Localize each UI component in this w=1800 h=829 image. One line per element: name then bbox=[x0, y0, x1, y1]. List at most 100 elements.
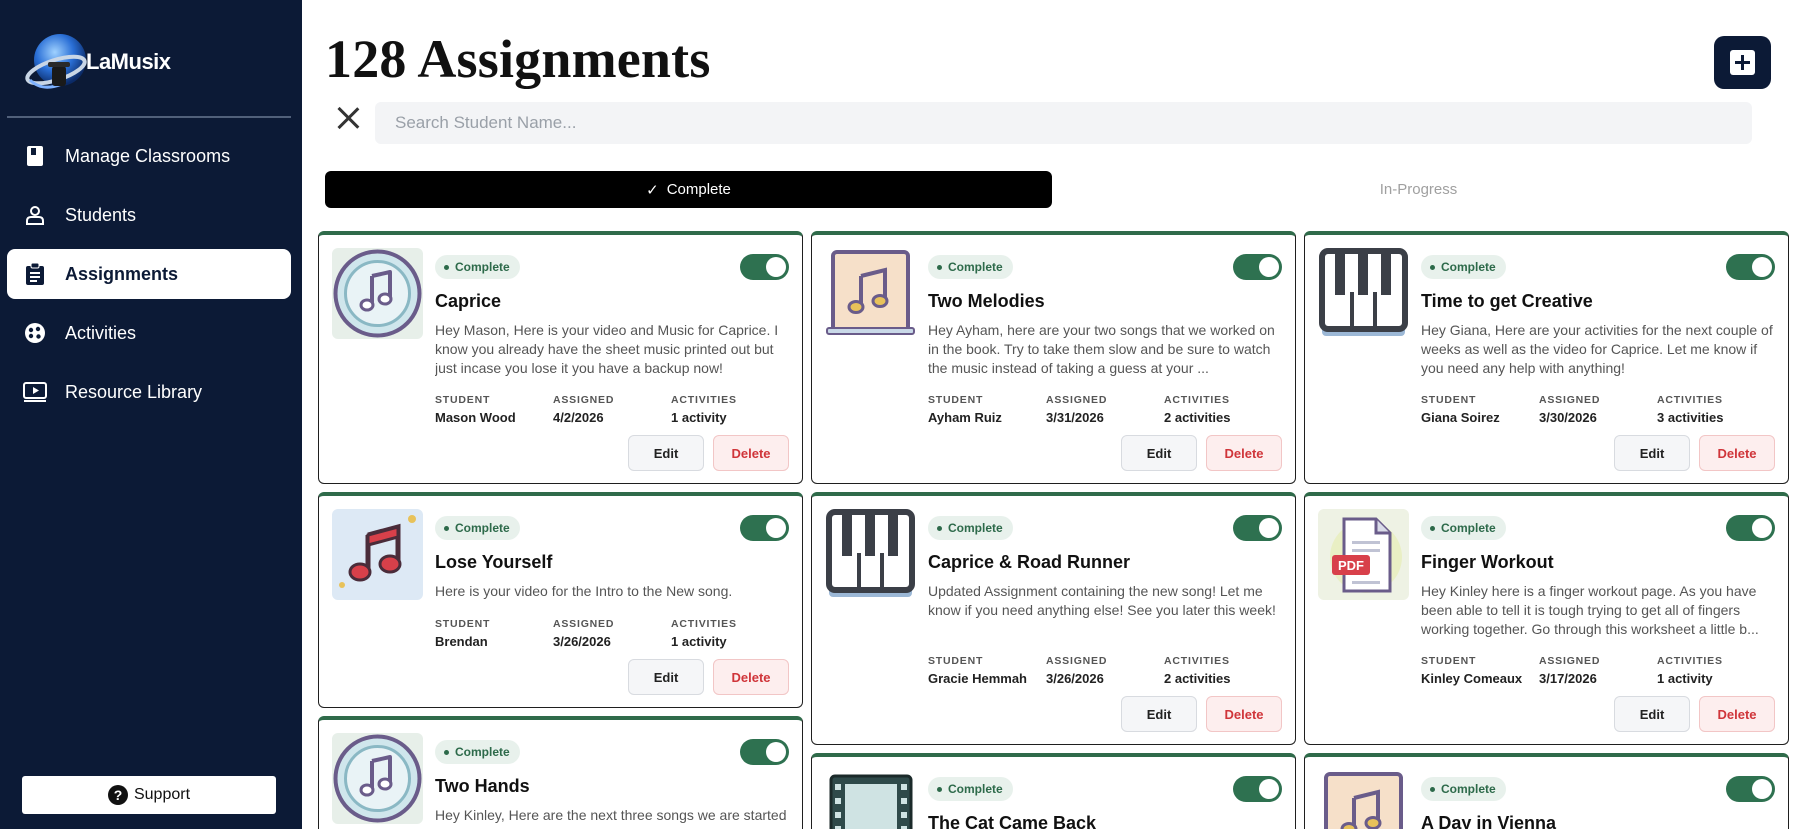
assignment-card[interactable]: Complete The Cat Came Back bbox=[811, 753, 1296, 829]
status-badge: Complete bbox=[928, 255, 1013, 279]
status-badge: Complete bbox=[928, 516, 1013, 540]
edit-button[interactable]: Edit bbox=[1614, 435, 1690, 471]
search-input[interactable] bbox=[375, 102, 1752, 144]
activity-count: 1 activity bbox=[671, 410, 727, 425]
card-title: Caprice & Road Runner bbox=[928, 552, 1131, 572]
app-logo[interactable]: LaMusix bbox=[22, 26, 171, 98]
student-name: Brendan bbox=[435, 634, 488, 649]
status-badge: Complete bbox=[1421, 255, 1506, 279]
enabled-toggle[interactable] bbox=[1233, 776, 1282, 802]
edit-button[interactable]: Edit bbox=[1614, 696, 1690, 732]
card-title: Two Melodies bbox=[928, 291, 1045, 311]
app-name: LaMusix bbox=[86, 49, 171, 74]
book-icon bbox=[23, 144, 47, 168]
check-icon: ✓ bbox=[646, 181, 659, 199]
delete-button[interactable]: Delete bbox=[1206, 435, 1282, 471]
assignment-card[interactable]: Complete Lose Yourself Here is your vide… bbox=[318, 492, 803, 708]
enabled-toggle[interactable] bbox=[1233, 515, 1282, 541]
status-badge: Complete bbox=[435, 740, 520, 764]
page-title: 128 Assignments bbox=[325, 29, 711, 89]
assignment-card[interactable]: Complete Caprice & Road Runner Updated A… bbox=[811, 492, 1296, 745]
assignment-card[interactable]: PDF Complete Finger Workout Hey Kinley h… bbox=[1304, 492, 1789, 745]
student-name: Kinley Comeaux bbox=[1421, 671, 1523, 686]
activities-label: ACTIVITIES bbox=[671, 394, 737, 406]
add-assignment-button[interactable] bbox=[1714, 36, 1771, 89]
support-button[interactable]: ? Support bbox=[22, 776, 276, 814]
tab-in-progress[interactable]: In-Progress bbox=[1052, 171, 1785, 208]
student-label: STUDENT bbox=[928, 394, 984, 406]
activity-count: 2 activities bbox=[1164, 671, 1231, 686]
card-title: The Cat Came Back bbox=[928, 813, 1097, 829]
piano-keys-icon bbox=[825, 509, 916, 600]
student-name: Giana Soirez bbox=[1421, 410, 1500, 425]
assigned-date: 3/17/2026 bbox=[1539, 671, 1597, 686]
card-title: A Day in Vienna bbox=[1421, 813, 1557, 829]
card-title: Time to get Creative bbox=[1421, 291, 1593, 311]
clear-search-icon[interactable] bbox=[334, 104, 362, 132]
tab-label: Complete bbox=[666, 181, 731, 198]
assigned-label: ASSIGNED bbox=[553, 394, 615, 406]
activity-count: 1 activity bbox=[1657, 671, 1713, 686]
enabled-toggle[interactable] bbox=[1726, 776, 1775, 802]
sidebar-item-manage-classrooms[interactable]: Manage Classrooms bbox=[7, 131, 291, 181]
card-description: Here is your video for the Intro to the … bbox=[435, 583, 733, 599]
delete-button[interactable]: Delete bbox=[1206, 696, 1282, 732]
student-label: STUDENT bbox=[435, 618, 491, 630]
activities-label: ACTIVITIES bbox=[1657, 394, 1723, 406]
delete-button[interactable]: Delete bbox=[713, 435, 789, 471]
enabled-toggle[interactable] bbox=[1726, 515, 1775, 541]
delete-button[interactable]: Delete bbox=[1699, 435, 1775, 471]
tab-label: In-Progress bbox=[1379, 181, 1458, 198]
music-note-circle-icon bbox=[332, 733, 423, 824]
svg-text:PDF: PDF bbox=[1338, 558, 1364, 573]
person-icon bbox=[23, 203, 47, 227]
music-note-circle-icon bbox=[332, 248, 423, 339]
edit-button[interactable]: Edit bbox=[1121, 696, 1197, 732]
student-name: Ayham Ruiz bbox=[928, 410, 1002, 425]
assigned-date: 3/26/2026 bbox=[553, 634, 611, 649]
enabled-toggle[interactable] bbox=[740, 254, 789, 280]
pdf-file-icon: PDF bbox=[1318, 509, 1409, 600]
assignment-card[interactable]: Complete Time to get Creative Hey Giana,… bbox=[1304, 231, 1789, 484]
delete-button[interactable]: Delete bbox=[1699, 696, 1775, 732]
activities-label: ACTIVITIES bbox=[1164, 394, 1230, 406]
assignment-card[interactable]: Complete Caprice Hey Mason, Here is your… bbox=[318, 231, 803, 484]
support-label: Support bbox=[133, 786, 191, 803]
edit-button[interactable]: Edit bbox=[1121, 435, 1197, 471]
sidebar-item-label: Resource Library bbox=[65, 381, 203, 402]
palette-icon bbox=[23, 321, 47, 345]
assigned-date: 3/30/2026 bbox=[1539, 410, 1597, 425]
tab-complete[interactable]: ✓ Complete bbox=[325, 171, 1052, 208]
help-icon: ? bbox=[107, 785, 128, 805]
status-badge: Complete bbox=[1421, 777, 1506, 801]
assigned-label: ASSIGNED bbox=[1046, 394, 1108, 406]
enabled-toggle[interactable] bbox=[740, 739, 789, 765]
enabled-toggle[interactable] bbox=[1233, 254, 1282, 280]
card-description: Hey Kinley, Here are the next three song… bbox=[435, 807, 787, 829]
assignment-card[interactable]: Complete Two Melodies Hey Ayham, here ar… bbox=[811, 231, 1296, 484]
assigned-label: ASSIGNED bbox=[553, 618, 615, 630]
sidebar-divider bbox=[7, 116, 291, 118]
sidebar-item-resource-library[interactable]: Resource Library bbox=[7, 367, 291, 417]
student-name: Mason Wood bbox=[435, 410, 516, 425]
assigned-date: 3/26/2026 bbox=[1046, 671, 1104, 686]
assignment-card[interactable]: Complete Two Hands Hey Kinley, Here are … bbox=[318, 716, 803, 829]
sidebar-item-activities[interactable]: Activities bbox=[7, 308, 291, 358]
activities-label: ACTIVITIES bbox=[671, 618, 737, 630]
globe-logo-icon bbox=[22, 26, 94, 98]
activities-label: ACTIVITIES bbox=[1164, 655, 1230, 667]
student-label: STUDENT bbox=[1421, 655, 1477, 667]
enabled-toggle[interactable] bbox=[1726, 254, 1775, 280]
student-label: STUDENT bbox=[1421, 394, 1477, 406]
sidebar-item-students[interactable]: Students bbox=[7, 190, 291, 240]
card-description: Hey Kinley here is a finger workout page… bbox=[1421, 583, 1759, 637]
edit-button[interactable]: Edit bbox=[628, 659, 704, 695]
sidebar-item-assignments[interactable]: Assignments bbox=[7, 249, 291, 299]
assignment-card[interactable]: Complete A Day in Vienna bbox=[1304, 753, 1789, 829]
assigned-date: 3/31/2026 bbox=[1046, 410, 1104, 425]
piano-keys-icon bbox=[1318, 248, 1409, 339]
enabled-toggle[interactable] bbox=[740, 515, 789, 541]
edit-button[interactable]: Edit bbox=[628, 435, 704, 471]
delete-button[interactable]: Delete bbox=[713, 659, 789, 695]
sidebar-item-label: Assignments bbox=[65, 263, 179, 284]
